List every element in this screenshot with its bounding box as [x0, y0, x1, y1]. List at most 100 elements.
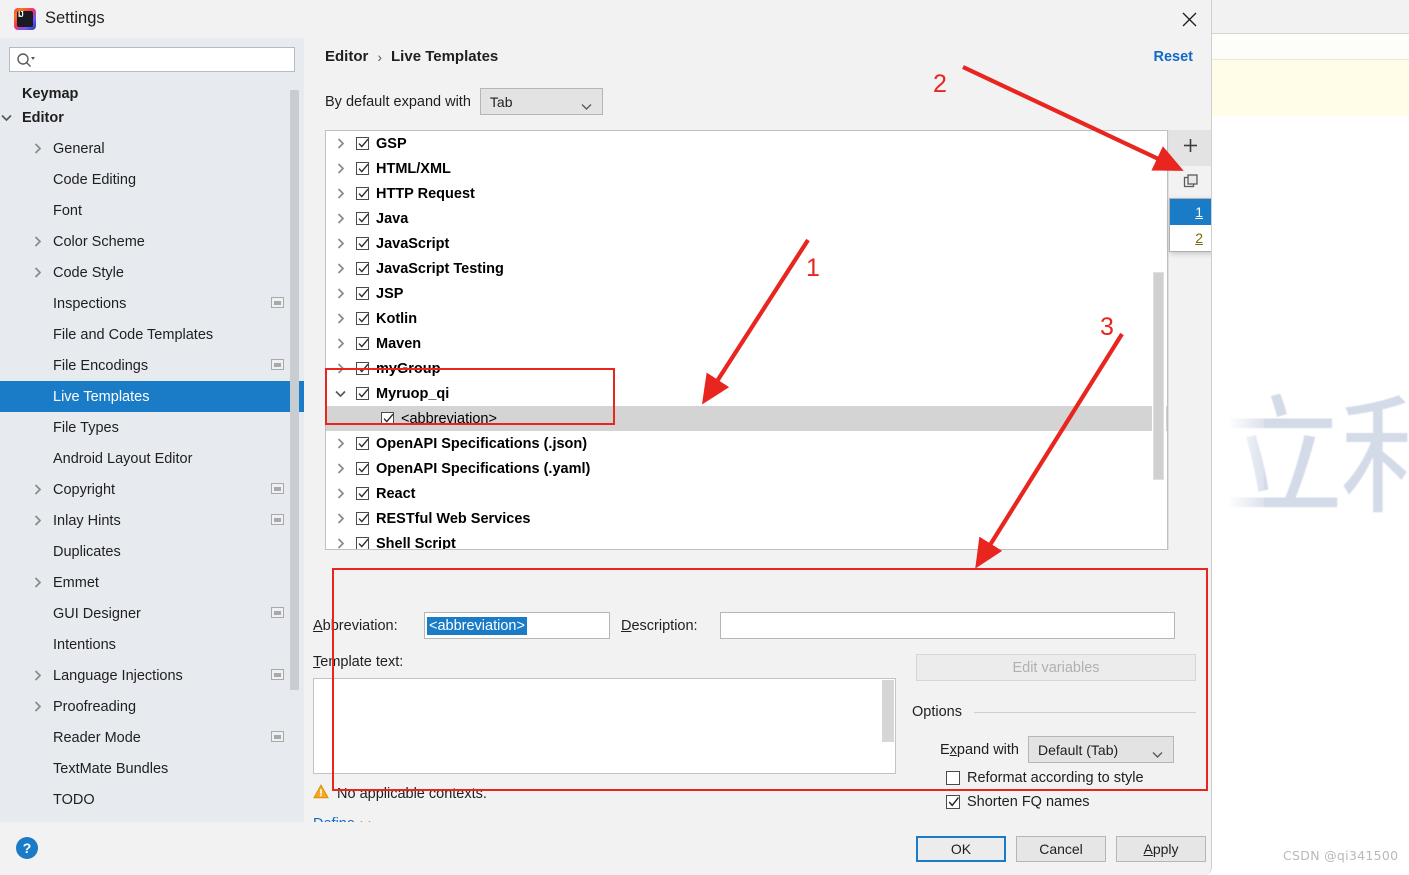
sidebar-item-textmate-bundles[interactable]: TextMate Bundles [0, 753, 304, 784]
sidebar-item-gui-designer[interactable]: GUI Designer [0, 598, 304, 629]
template-checkbox[interactable] [356, 462, 369, 475]
template-row[interactable]: <abbreviation> [326, 406, 1167, 431]
template-text-scrollbar[interactable] [882, 680, 894, 742]
chevron-right-icon[interactable] [335, 338, 346, 349]
template-checkbox[interactable] [356, 487, 369, 500]
template-row[interactable]: Java [326, 206, 1167, 231]
template-row[interactable]: HTTP Request [326, 181, 1167, 206]
template-row[interactable]: OpenAPI Specifications (.json) [326, 431, 1167, 456]
template-checkbox[interactable] [356, 237, 369, 250]
default-expand-select[interactable]: Tab [479, 88, 603, 115]
template-checkbox[interactable] [356, 337, 369, 350]
shorten-fq-checkbox[interactable] [946, 795, 960, 809]
template-row[interactable]: JSP [326, 281, 1167, 306]
sidebar-item-code-style[interactable]: Code Style [0, 257, 304, 288]
sidebar-scrollbar[interactable] [290, 90, 299, 690]
chevron-down-icon[interactable] [0, 112, 12, 124]
template-checkbox[interactable] [356, 212, 369, 225]
chevron-right-icon[interactable] [335, 363, 346, 374]
chevron-right-icon[interactable] [31, 670, 43, 682]
template-checkbox[interactable] [381, 412, 394, 425]
shorten-fq-checkbox-row[interactable]: Shorten FQ names [946, 794, 1090, 810]
sidebar-item-reader-mode[interactable]: Reader Mode [0, 722, 304, 753]
add-menu-item-template-group[interactable]: 2Template Group... [1170, 225, 1211, 251]
sidebar-item-code-editing[interactable]: Code Editing [0, 164, 304, 195]
cancel-button[interactable]: Cancel [1016, 836, 1106, 862]
template-row[interactable]: OpenAPI Specifications (.yaml) [326, 456, 1167, 481]
reformat-checkbox-row[interactable]: Reformat according to style [946, 770, 1144, 786]
template-checkbox[interactable] [356, 137, 369, 150]
template-text-area[interactable] [313, 678, 896, 774]
breadcrumb-parent[interactable]: Editor [325, 48, 368, 65]
chevron-right-icon[interactable] [335, 288, 346, 299]
list-scrollbar-thumb[interactable] [1153, 272, 1164, 480]
sidebar-item-file-types[interactable]: File Types [0, 412, 304, 443]
chevron-right-icon[interactable] [335, 438, 346, 449]
sidebar-item-live-templates[interactable]: Live Templates [0, 381, 304, 412]
add-menu-item-live-template[interactable]: 1Live Template [1170, 199, 1211, 225]
template-row[interactable]: Maven [326, 331, 1167, 356]
template-checkbox[interactable] [356, 287, 369, 300]
chevron-right-icon[interactable] [31, 701, 43, 713]
abbreviation-input[interactable]: <abbreviation> [424, 612, 610, 639]
template-checkbox[interactable] [356, 187, 369, 200]
sidebar-item-color-scheme[interactable]: Color Scheme [0, 226, 304, 257]
sidebar-item-file-and-code-templates[interactable]: File and Code Templates [0, 319, 304, 350]
sidebar-item-android-layout-editor[interactable]: Android Layout Editor [0, 443, 304, 474]
template-checkbox[interactable] [356, 537, 369, 549]
template-row[interactable]: Shell Script [326, 531, 1167, 549]
chevron-right-icon[interactable] [31, 515, 43, 527]
sidebar-item-intentions[interactable]: Intentions [0, 629, 304, 660]
chevron-right-icon[interactable] [335, 488, 346, 499]
chevron-right-icon[interactable] [335, 463, 346, 474]
close-icon[interactable] [1166, 0, 1211, 38]
sidebar-item-copyright[interactable]: Copyright [0, 474, 304, 505]
live-templates-list[interactable]: GSP HTML/XML HTTP Request Java JavaScript Jav… [325, 130, 1168, 550]
description-input[interactable] [720, 612, 1175, 639]
chevron-right-icon[interactable] [335, 263, 346, 274]
chevron-right-icon[interactable] [335, 538, 346, 549]
template-checkbox[interactable] [356, 262, 369, 275]
chevron-right-icon[interactable] [31, 236, 43, 248]
sidebar-item-proofreading[interactable]: Proofreading [0, 691, 304, 722]
chevron-right-icon[interactable] [335, 163, 346, 174]
template-row[interactable]: React [326, 481, 1167, 506]
chevron-down-icon[interactable] [335, 388, 346, 399]
apply-button[interactable]: Apply [1116, 836, 1206, 862]
sidebar-item-font[interactable]: Font [0, 195, 304, 226]
chevron-right-icon[interactable] [335, 138, 346, 149]
duplicate-template-button[interactable] [1169, 166, 1211, 202]
sidebar-item-language-injections[interactable]: Language Injections [0, 660, 304, 691]
chevron-right-icon[interactable] [335, 313, 346, 324]
template-checkbox[interactable] [356, 312, 369, 325]
chevron-right-icon[interactable] [31, 577, 43, 589]
sidebar-item-inlay-hints[interactable]: Inlay Hints [0, 505, 304, 536]
template-checkbox[interactable] [356, 387, 369, 400]
chevron-right-icon[interactable] [335, 188, 346, 199]
help-button[interactable]: ? [16, 837, 38, 859]
sidebar-item-editor[interactable]: Editor [0, 102, 304, 133]
sidebar-item-inspections[interactable]: Inspections [0, 288, 304, 319]
reformat-checkbox[interactable] [946, 771, 960, 785]
expand-with-select[interactable]: Default (Tab) [1028, 736, 1174, 763]
template-row[interactable]: HTML/XML [326, 156, 1167, 181]
chevron-right-icon[interactable] [335, 513, 346, 524]
template-checkbox[interactable] [356, 162, 369, 175]
chevron-right-icon[interactable] [335, 213, 346, 224]
template-row[interactable]: JavaScript [326, 231, 1167, 256]
chevron-right-icon[interactable] [31, 143, 43, 155]
chevron-right-icon[interactable] [31, 484, 43, 496]
ok-button[interactable]: OK [916, 836, 1006, 862]
chevron-right-icon[interactable] [31, 267, 43, 279]
search-input[interactable] [38, 48, 290, 71]
chevron-right-icon[interactable] [335, 238, 346, 249]
search-field-wrapper[interactable] [9, 47, 295, 72]
sidebar-item-general[interactable]: General [0, 133, 304, 164]
sidebar-item-emmet[interactable]: Emmet [0, 567, 304, 598]
template-row[interactable]: Kotlin [326, 306, 1167, 331]
template-row[interactable]: RESTful Web Services [326, 506, 1167, 531]
template-checkbox[interactable] [356, 512, 369, 525]
sidebar-item-todo[interactable]: TODO [0, 784, 304, 815]
add-template-button[interactable] [1169, 130, 1211, 166]
sidebar-item-file-encodings[interactable]: File Encodings [0, 350, 304, 381]
